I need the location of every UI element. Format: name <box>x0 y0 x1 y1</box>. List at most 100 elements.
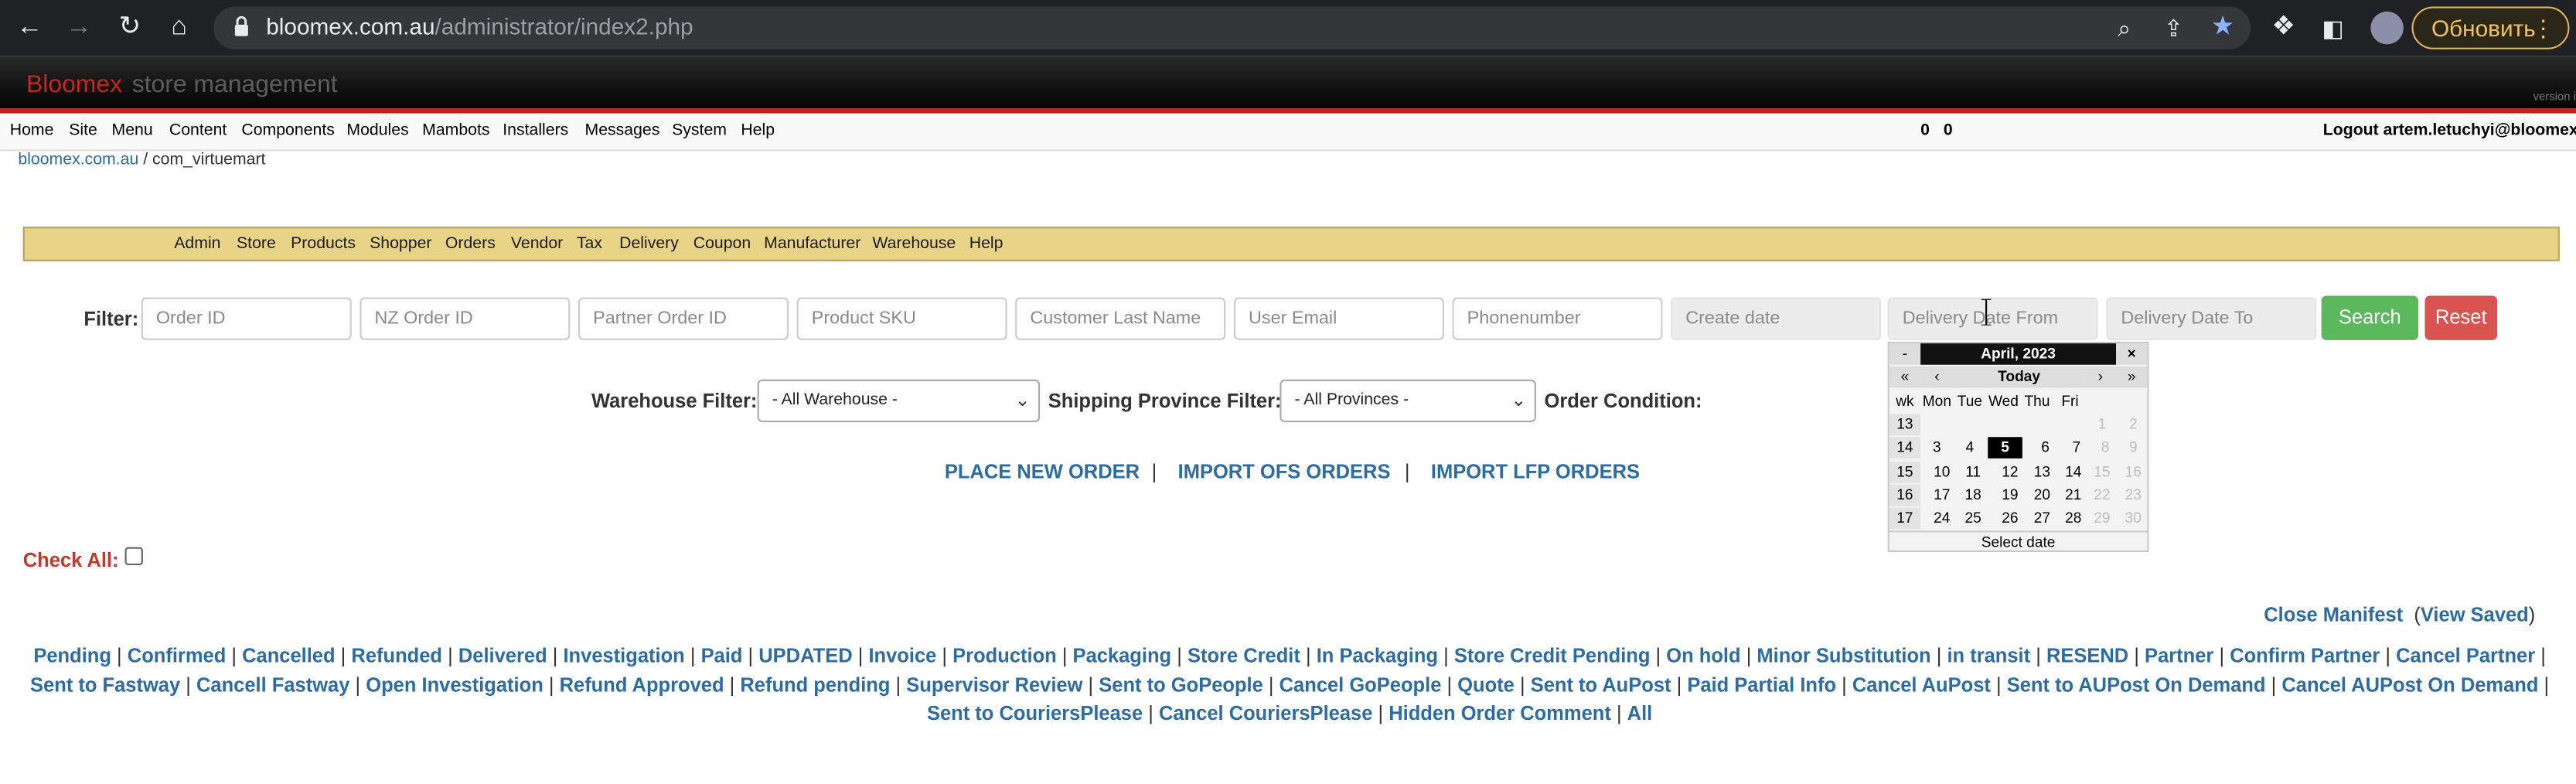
calendar-today-button[interactable]: Today <box>1953 366 2085 388</box>
calendar-day[interactable]: 20 <box>2026 485 2059 506</box>
menu-item-installers[interactable]: Installers <box>503 121 568 139</box>
home-icon[interactable]: ⌂ <box>162 12 196 45</box>
user-email-input[interactable] <box>1233 297 1444 340</box>
order-id-input[interactable] <box>141 297 352 340</box>
menu-item-components[interactable]: Components <box>241 121 334 139</box>
calendar-day[interactable]: 7 <box>2060 437 2094 458</box>
province-select[interactable]: - All Provinces - ⌄ <box>1279 379 1536 423</box>
forward-icon[interactable]: → <box>63 12 96 45</box>
vm-item-shopper[interactable]: Shopper <box>370 235 431 253</box>
place-new-order-link[interactable]: PLACE NEW ORDER <box>945 460 1140 483</box>
calendar-day[interactable]: 30 <box>2118 508 2148 530</box>
calendar-day[interactable]: 3 <box>1920 437 1954 458</box>
calendar-day[interactable]: 11 <box>1957 462 1990 483</box>
address-text[interactable]: bloomex.com.au/administrator/index2.php <box>266 13 693 39</box>
phone-input[interactable] <box>1452 297 1663 340</box>
delivery-date-to-input[interactable] <box>2106 297 2317 340</box>
star-icon[interactable]: ★ <box>2206 12 2240 45</box>
status-link[interactable]: Sent to CouriersPlease <box>927 701 1143 724</box>
calendar-day[interactable]: 29 <box>2087 508 2118 530</box>
create-date-input[interactable] <box>1671 297 1882 340</box>
calendar-day[interactable]: 19 <box>1993 485 2028 506</box>
reload-icon[interactable]: ↻ <box>114 12 147 45</box>
menu-item-help[interactable]: Help <box>741 121 775 139</box>
calendar-day[interactable]: 2 <box>2118 414 2148 436</box>
calendar-next-year-button[interactable]: » <box>2116 366 2148 388</box>
calendar-day[interactable]: 6 <box>2029 437 2062 458</box>
calendar-day[interactable]: 15 <box>2087 462 2118 483</box>
profile-icon[interactable] <box>2370 11 2404 45</box>
calendar-day[interactable]: 14 <box>2057 462 2090 483</box>
calendar-day[interactable]: 27 <box>2026 508 2059 530</box>
close-manifest-link[interactable]: Close Manifest <box>2264 603 2403 626</box>
status-link[interactable]: Paid Partial Info <box>1687 673 1836 696</box>
calendar-day[interactable]: 21 <box>2057 485 2090 506</box>
status-link[interactable]: Confirm Partner <box>2230 644 2380 667</box>
delivery-date-from-input[interactable] <box>1887 297 2098 340</box>
status-link[interactable]: Partner <box>2145 644 2213 667</box>
menu-item-menu[interactable]: Menu <box>112 121 153 139</box>
vm-item-admin[interactable]: Admin <box>174 235 220 253</box>
logout-link[interactable]: Logout artem.letuchyi@bloomex.ca <box>2323 121 2576 139</box>
zoom-icon[interactable]: ⌕ <box>2107 12 2141 45</box>
calendar-day[interactable]: 12 <box>1993 462 2028 483</box>
vm-item-manufacturer[interactable]: Manufacturer <box>764 235 860 253</box>
status-link[interactable]: Confirmed <box>128 644 227 667</box>
import-lfp-orders-link[interactable]: IMPORT LFP ORDERS <box>1431 460 1640 483</box>
vm-item-tax[interactable]: Tax <box>577 235 602 253</box>
status-link[interactable]: Sent to GoPeople <box>1099 673 1263 696</box>
import-ofs-orders-link[interactable]: IMPORT OFS ORDERS <box>1178 460 1391 483</box>
status-link[interactable]: Sent to Fastway <box>30 673 180 696</box>
menu-item-home[interactable]: Home <box>10 121 54 139</box>
calendar-day[interactable]: 24 <box>1926 508 1959 530</box>
calendar-day[interactable]: 28 <box>2057 508 2090 530</box>
vm-item-help[interactable]: Help <box>969 235 1003 253</box>
status-link[interactable]: Refund Approved <box>560 673 724 696</box>
status-link[interactable]: In Packaging <box>1317 644 1438 667</box>
status-link[interactable]: Store Credit <box>1187 644 1300 667</box>
calendar-day-selected[interactable]: 5 <box>1988 437 2022 458</box>
vm-item-warehouse[interactable]: Warehouse <box>872 235 956 253</box>
status-link[interactable]: Supervisor Review <box>906 673 1082 696</box>
calendar-next-month-button[interactable]: › <box>2084 366 2116 388</box>
vm-item-orders[interactable]: Orders <box>445 235 496 253</box>
status-link[interactable]: UPDATED <box>758 644 852 667</box>
calendar-day[interactable]: 16 <box>2118 462 2148 483</box>
nz-order-id-input[interactable] <box>359 297 571 340</box>
status-link[interactable]: Refund pending <box>740 673 890 696</box>
extensions-icon[interactable]: ❖ <box>2268 12 2301 45</box>
menu-item-system[interactable]: System <box>672 121 727 139</box>
status-link[interactable]: Paid <box>701 644 743 667</box>
status-link[interactable]: Sent to AuPost <box>1531 673 1671 696</box>
breadcrumb-site[interactable]: bloomex.com.au <box>18 152 138 169</box>
status-link[interactable]: Cancel CouriersPlease <box>1159 701 1372 724</box>
status-link[interactable]: Cancel Partner <box>2396 644 2535 667</box>
vm-item-products[interactable]: Products <box>291 235 356 253</box>
calendar-close-button[interactable]: × <box>2116 343 2148 365</box>
check-all-checkbox[interactable] <box>124 547 143 565</box>
menu-item-mambots[interactable]: Mambots <box>422 121 489 139</box>
status-link[interactable]: Quote <box>1457 673 1515 696</box>
calendar-day[interactable]: 10 <box>1926 462 1959 483</box>
calendar-day[interactable]: 26 <box>1993 508 2028 530</box>
menu-item-messages[interactable]: Messages <box>585 121 660 139</box>
vm-item-delivery[interactable]: Delivery <box>619 235 679 253</box>
status-link[interactable]: Invoice <box>868 644 936 667</box>
status-link[interactable]: Packaging <box>1073 644 1172 667</box>
reset-button[interactable]: Reset <box>2424 295 2497 340</box>
status-link[interactable]: Refunded <box>351 644 442 667</box>
calendar-day[interactable]: 25 <box>1957 508 1990 530</box>
status-link[interactable]: Pending <box>33 644 111 667</box>
vm-item-coupon[interactable]: Coupon <box>693 235 751 253</box>
menu-item-content[interactable]: Content <box>169 121 227 139</box>
status-link[interactable]: Production <box>952 644 1057 667</box>
customer-last-name-input[interactable] <box>1015 297 1226 340</box>
product-sku-input[interactable] <box>796 297 1007 340</box>
status-link[interactable]: Cancel GoPeople <box>1279 673 1442 696</box>
share-icon[interactable]: ⇪ <box>2157 12 2190 45</box>
status-link[interactable]: Hidden Order Comment <box>1389 701 1611 724</box>
status-link[interactable]: Minor Substitution <box>1757 644 1930 667</box>
status-link[interactable]: Investigation <box>563 644 684 667</box>
calendar-day[interactable]: 13 <box>2026 462 2059 483</box>
update-button[interactable]: Обновить ⋮ <box>2411 6 2570 49</box>
